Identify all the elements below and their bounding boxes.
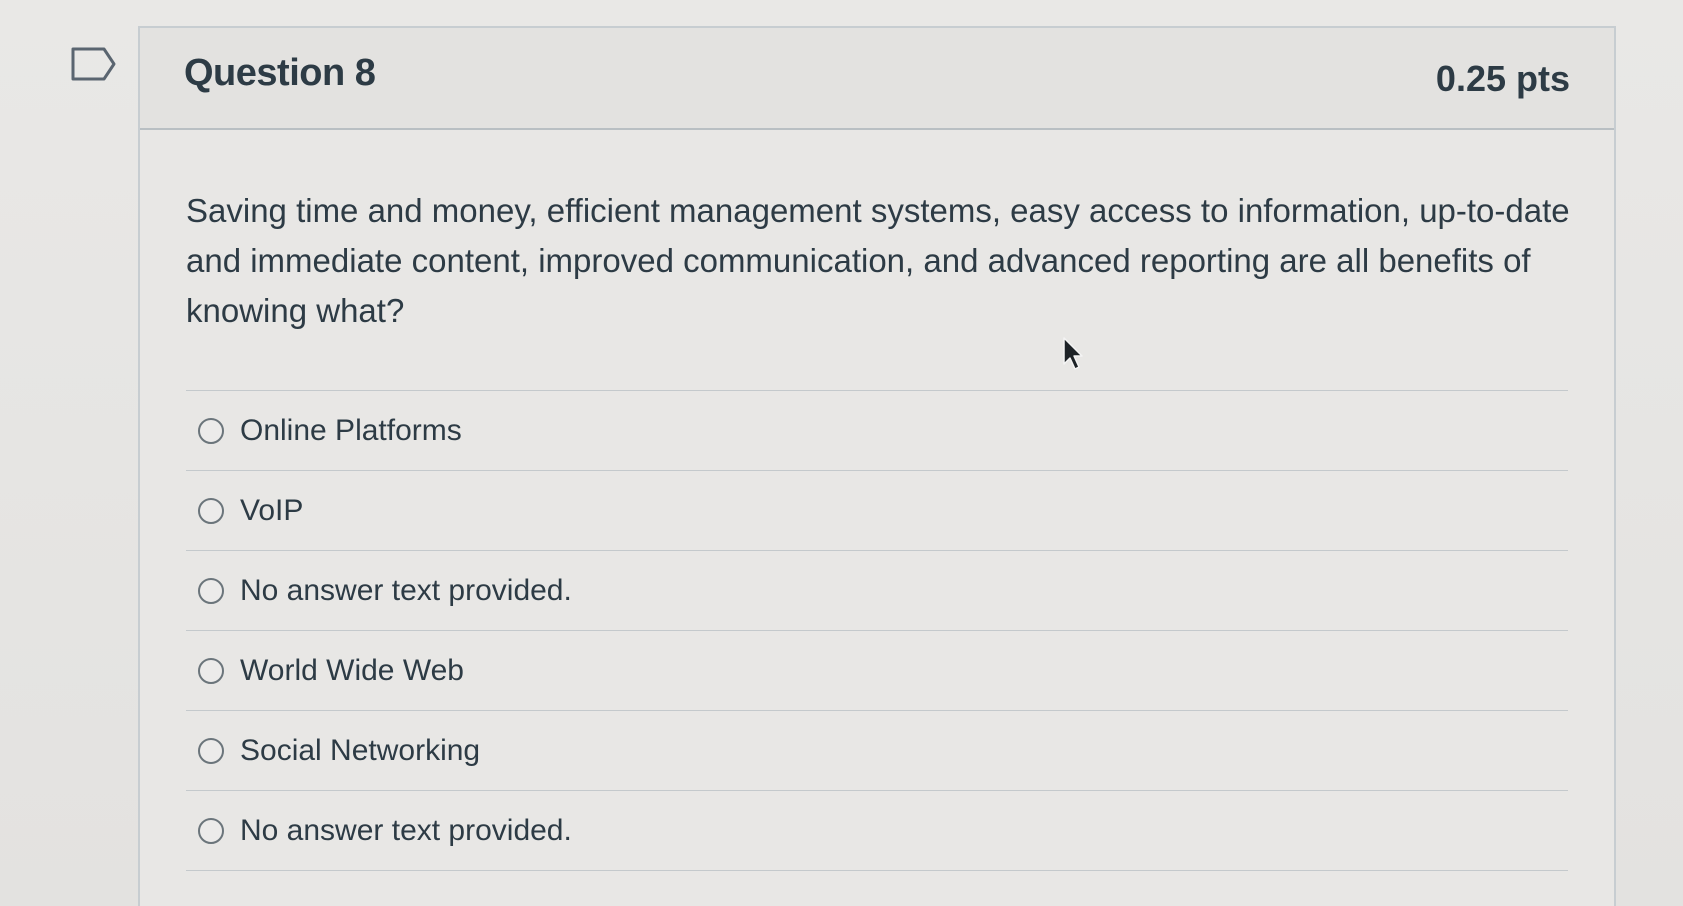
flag-question-icon[interactable] [70,46,118,82]
radio-button[interactable] [198,417,224,444]
radio-button[interactable] [198,497,224,524]
radio-button[interactable] [198,817,224,844]
answer-option[interactable]: Online Platforms [186,391,1568,471]
answer-label: No answer text provided. [240,813,572,847]
question-points: 0.25 pts [1435,58,1570,99]
mouse-pointer-icon [1062,336,1088,372]
answer-label: World Wide Web [240,653,464,687]
quiz-page: Question 8 0.25 pts Saving time and mone… [0,0,1683,906]
radio-button[interactable] [198,577,224,604]
radio-button[interactable] [198,657,224,684]
answer-label: VoIP [240,493,304,527]
answer-option[interactable]: No answer text provided. [186,551,1568,631]
answer-list: Online Platforms VoIP No answer text pro… [186,390,1568,871]
question-card: Question 8 0.25 pts Saving time and mone… [138,26,1616,906]
question-text: Saving time and money, efficient managem… [186,192,1570,329]
answer-label: Social Networking [240,733,481,767]
answer-option[interactable]: World Wide Web [186,631,1568,711]
question-title: Question 8 [184,52,376,94]
answer-label: No answer text provided. [240,573,572,607]
answer-option[interactable]: Social Networking [186,711,1568,791]
answer-option[interactable]: No answer text provided. [186,791,1568,871]
answer-option[interactable]: VoIP [186,471,1568,551]
question-header: Question 8 0.25 pts [140,28,1614,130]
radio-button[interactable] [198,737,224,764]
answer-label: Online Platforms [240,413,462,447]
question-body: Saving time and money, efficient managem… [140,130,1614,871]
